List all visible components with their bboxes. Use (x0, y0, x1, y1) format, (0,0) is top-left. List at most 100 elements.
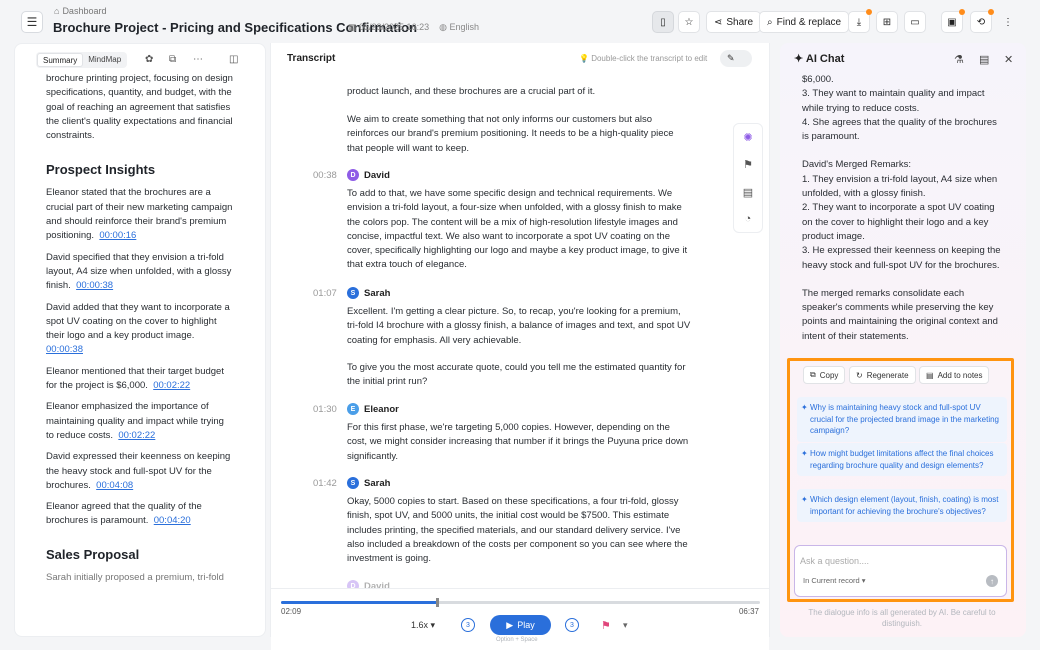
speaker-name[interactable]: Sarah (364, 288, 390, 299)
timestamp[interactable]: 00:38 (313, 170, 337, 181)
timestamp-link[interactable]: 00:00:16 (99, 230, 136, 241)
skip-forward-icon[interactable]: 3 (565, 618, 579, 632)
insight-item: Eleanor mentioned that their target budg… (46, 365, 234, 394)
share-button[interactable]: ⋖ Share (706, 11, 762, 33)
timestamp-link[interactable]: 00:04:20 (154, 515, 191, 526)
insight-text: Eleanor mentioned that their target budg… (46, 365, 224, 392)
suggested-question[interactable]: ✦ Which design element (layout, finish, c… (797, 489, 1007, 522)
speaker[interactable]: S Sarah (347, 287, 390, 299)
clean-icon[interactable]: ⚗ (954, 53, 964, 66)
insight-text: David specified that they envision a tri… (46, 251, 232, 292)
chevron-down-icon[interactable]: ▾ (623, 620, 628, 631)
transcript-line[interactable]: To add to that, we have some specific de… (347, 187, 692, 273)
template-icon[interactable]: ✿ (145, 54, 153, 65)
timestamp-link[interactable]: 00:02:22 (153, 380, 190, 391)
ai-assistant-icon[interactable]: ✺ (743, 131, 752, 144)
timestamp[interactable]: 01:42 (313, 478, 337, 489)
speaker-name[interactable]: Sarah (364, 478, 390, 489)
translate-icon[interactable]: ⟲ (970, 9, 994, 33)
comment-icon[interactable]: ▤ (743, 186, 753, 199)
insights-heading: Prospect Insights (46, 162, 156, 178)
record-meta: ▦ 05/23/2025 16:23 ◍ English (348, 22, 479, 33)
star-icon[interactable]: ☆ (678, 11, 700, 33)
response-spacer (802, 273, 1002, 287)
summary-tabs: Summary MindMap (36, 52, 128, 68)
menu-icon[interactable]: ☰ (21, 11, 43, 33)
response-line: $6,000. (802, 74, 834, 85)
notification-dot (988, 9, 994, 15)
scope-select[interactable]: In Current record ▾ (803, 576, 866, 585)
chat-history-icon[interactable]: ▤ (979, 53, 989, 66)
timestamp-link[interactable]: 00:02:22 (118, 430, 155, 441)
layout-toggle-icon[interactable]: ▯ (652, 11, 674, 33)
add-to-notes-button[interactable]: ▤ Add to notes (919, 366, 990, 384)
more-icon[interactable]: ⋯ (193, 54, 203, 65)
ai-disclaimer: The dialogue info is all generated by AI… (808, 608, 996, 628)
play-button[interactable]: ▶ Play (490, 615, 551, 635)
timestamp[interactable]: 01:07 (313, 288, 337, 299)
download-icon[interactable]: ⤓ (848, 9, 872, 33)
summary-panel: Summary MindMap ✿ ⧉ ⋯ ◫ brochure printin… (14, 43, 266, 637)
tab-mindmap[interactable]: MindMap (83, 53, 126, 67)
skip-back-icon[interactable]: 3 (461, 618, 475, 632)
tab-summary[interactable]: Summary (37, 53, 84, 67)
suggestion-text: Which design element (layout, finish, co… (810, 495, 999, 516)
copy-icon[interactable]: ⧉ (169, 54, 176, 65)
speaker[interactable]: E Eleanor (347, 403, 399, 415)
find-replace-button[interactable]: ⌕ Find & replace (759, 11, 850, 33)
edit-hint-text: Double-click the transcript to edit (591, 54, 708, 63)
speaker-name[interactable]: David (364, 170, 390, 181)
insight-text: David expressed their keenness on keepin… (46, 451, 231, 491)
suggested-question[interactable]: ✦ Why is maintaining heavy stock and full… (797, 397, 1007, 442)
copy-button[interactable]: ⧉ Copy (803, 366, 846, 384)
transcript-line[interactable]: product launch, and these brochures are … (347, 85, 692, 99)
copy-label: Copy (819, 370, 839, 380)
regenerate-button[interactable]: ↻ Regenerate (849, 366, 916, 384)
more-icon[interactable]: ⋮ (998, 11, 1018, 33)
speed-select[interactable]: 1.6x ▾ (411, 620, 435, 631)
speaker[interactable]: D David (347, 169, 390, 181)
suggestion-text: Why is maintaining heavy stock and full-… (810, 403, 999, 435)
folder-icon[interactable]: ▭ (904, 11, 926, 33)
breadcrumb-label[interactable]: Dashboard (62, 6, 106, 16)
record-datetime: 05/23/2025 16:23 (359, 22, 430, 32)
save-icon[interactable]: ▣ (941, 9, 965, 33)
insight-text: Eleanor stated that the brochures are a … (46, 187, 233, 242)
timestamp-link[interactable]: 00:00:38 (76, 280, 113, 291)
notes-icon: ▤ (926, 370, 934, 380)
collapse-panel-icon[interactable]: ◫ (229, 54, 238, 65)
avatar: S (347, 477, 359, 489)
bookmark-icon[interactable]: ⚑ (743, 158, 753, 171)
send-icon[interactable]: ↑ (986, 575, 998, 587)
record-language[interactable]: English (449, 22, 479, 32)
sparkle-icon: ✦ (801, 403, 808, 412)
timestamp[interactable]: 01:30 (313, 404, 337, 415)
transcript-line[interactable]: For this first phase, we're targeting 5,… (347, 421, 692, 464)
insight-item: David added that they want to incorporat… (46, 301, 234, 358)
response-line: The merged remarks consolidate each spea… (802, 287, 998, 342)
transcript-line[interactable]: Okay, 5000 copies to start. Based on the… (347, 495, 692, 566)
close-icon[interactable]: ✕ (1004, 53, 1013, 66)
question-input[interactable] (800, 556, 980, 566)
export-icon[interactable]: ⊞ (876, 11, 898, 33)
sparkle-icon: ✦ (794, 53, 804, 65)
transcript-line[interactable]: We aim to create something that not only… (347, 113, 692, 156)
response-line: David's Merged Remarks: (802, 159, 911, 171)
speaker[interactable]: S Sarah (347, 477, 390, 489)
insight-item: David specified that they envision a tri… (46, 251, 234, 294)
bookmark-icon[interactable]: ⚑ (601, 619, 611, 632)
transcript-line[interactable]: To give you the most accurate quote, cou… (347, 361, 692, 390)
timestamp-link[interactable]: 00:04:08 (96, 480, 133, 491)
response-line: 3. He expressed their keenness on keepin… (802, 245, 1001, 271)
edit-pencil-icon[interactable]: ✎ (720, 50, 752, 67)
timestamp-link[interactable]: 00:00:38 (46, 344, 83, 355)
globe-icon[interactable]: ◍ English (439, 22, 479, 33)
breadcrumb[interactable]: ⌂ Dashboard (54, 6, 106, 16)
clock-icon[interactable]: ◔ (745, 213, 752, 225)
transcript-line[interactable]: Excellent. I'm getting a clear picture. … (347, 305, 692, 348)
suggested-question[interactable]: ✦ How might budget limitations affect the… (797, 443, 1007, 476)
progress-handle[interactable] (435, 598, 439, 607)
speaker-name[interactable]: Eleanor (364, 404, 399, 415)
progress-fill (281, 601, 437, 604)
progress-track[interactable] (281, 598, 760, 607)
